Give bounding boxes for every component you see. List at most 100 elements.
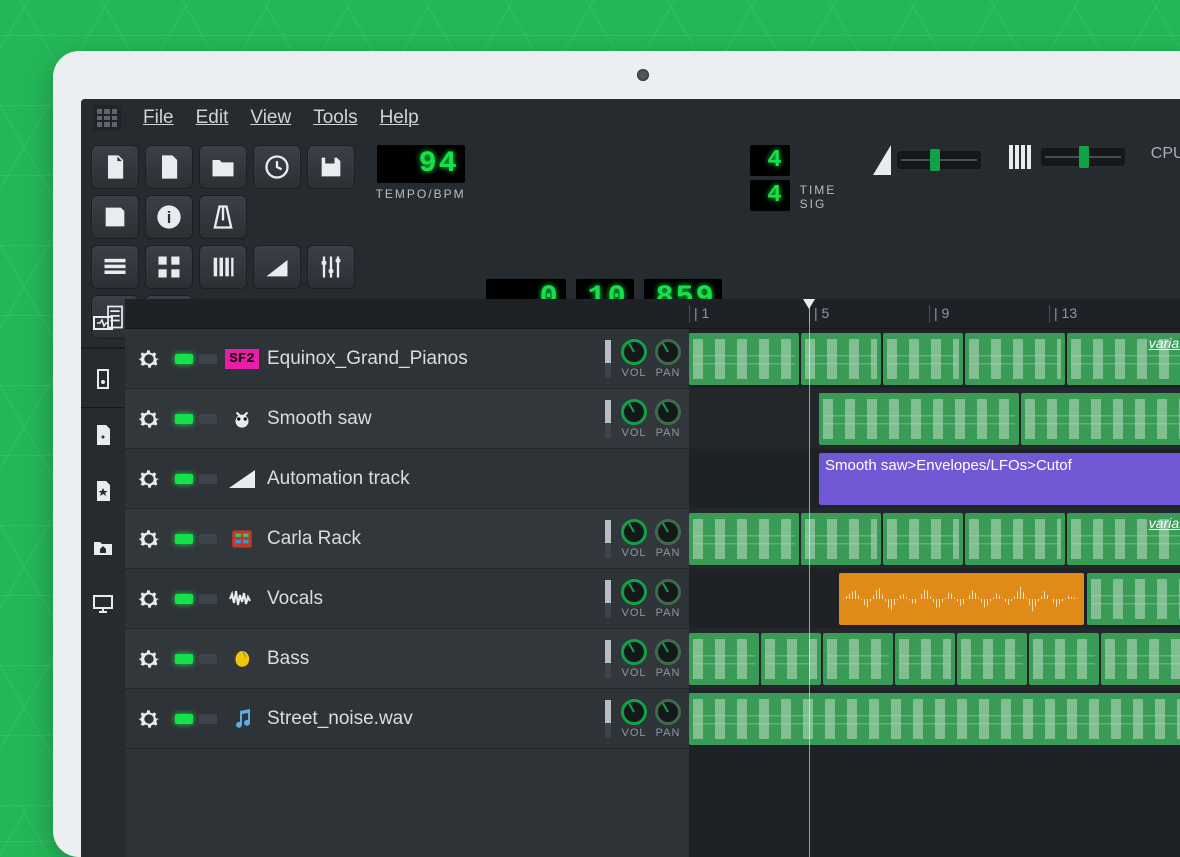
track-lane[interactable] [689, 629, 1180, 689]
midi-clip[interactable] [1087, 573, 1180, 625]
track-header[interactable]: Street_noise.wavVOLPAN [125, 689, 689, 749]
menu-view[interactable]: View [250, 107, 291, 129]
volume-knob[interactable] [621, 339, 647, 365]
mute-led[interactable] [175, 474, 193, 484]
dock-samples-icon[interactable] [89, 365, 117, 393]
midi-clip[interactable]: variat [1067, 513, 1180, 565]
midi-clip[interactable] [883, 513, 963, 565]
solo-led[interactable] [199, 474, 217, 484]
metronome-button[interactable] [199, 195, 247, 239]
mute-led[interactable] [175, 654, 193, 664]
volume-knob[interactable] [621, 699, 647, 725]
track-lanes-panel[interactable]: | 1| 5| 9| 13 variat Smooth saw>Envelopes… [689, 299, 1180, 857]
track-name-label[interactable]: Carla Rack [267, 528, 591, 550]
track-settings-button[interactable] [133, 703, 165, 735]
solo-led[interactable] [199, 414, 217, 424]
midi-clip[interactable] [761, 633, 821, 685]
track-header[interactable]: Smooth sawVOLPAN [125, 389, 689, 449]
mute-led[interactable] [175, 354, 193, 364]
pan-knob[interactable] [655, 339, 681, 365]
mute-led[interactable] [175, 534, 193, 544]
menu-help[interactable]: Help [380, 107, 419, 129]
master-volume-slider[interactable] [897, 151, 981, 169]
track-settings-button[interactable] [133, 643, 165, 675]
menu-edit[interactable]: Edit [196, 107, 229, 129]
pan-knob[interactable] [655, 399, 681, 425]
track-lane[interactable] [689, 689, 1180, 749]
track-name-label[interactable]: Street_noise.wav [267, 708, 591, 730]
mute-led[interactable] [175, 414, 193, 424]
track-name-label[interactable]: Bass [267, 648, 591, 670]
app-menu-icon[interactable] [93, 105, 121, 131]
midi-clip[interactable] [689, 693, 1180, 745]
track-header[interactable]: Carla RackVOLPAN [125, 509, 689, 569]
midi-clip[interactable] [1029, 633, 1099, 685]
new-file-button[interactable] [91, 145, 139, 189]
volume-knob[interactable] [621, 579, 647, 605]
solo-led[interactable] [199, 714, 217, 724]
master-pitch-slider[interactable] [1041, 148, 1125, 166]
track-settings-button[interactable] [133, 583, 165, 615]
track-header[interactable]: BassVOLPAN [125, 629, 689, 689]
track-lane[interactable]: variat [689, 509, 1180, 569]
track-name-label[interactable]: Automation track [267, 468, 681, 490]
solo-led[interactable] [199, 354, 217, 364]
dock-computer-icon[interactable] [89, 589, 117, 617]
track-header[interactable]: SF2Equinox_Grand_PianosVOLPAN [125, 329, 689, 389]
mute-led[interactable] [175, 594, 193, 604]
midi-clip[interactable] [801, 513, 881, 565]
solo-led[interactable] [199, 654, 217, 664]
song-editor-button[interactable] [91, 245, 139, 289]
track-settings-button[interactable] [133, 403, 165, 435]
dock-favorites-icon[interactable] [89, 477, 117, 505]
volume-knob[interactable] [621, 399, 647, 425]
new-from-template-button[interactable] [145, 145, 193, 189]
timeline-ruler[interactable]: | 1| 5| 9| 13 [689, 299, 1180, 329]
track-header[interactable]: VocalsVOLPAN [125, 569, 689, 629]
automation-clip[interactable]: Smooth saw>Envelopes/LFOs>Cutof [819, 453, 1180, 505]
track-name-label[interactable]: Smooth saw [267, 408, 591, 430]
master-volume[interactable] [873, 145, 981, 175]
midi-clip[interactable] [823, 633, 893, 685]
solo-led[interactable] [199, 594, 217, 604]
midi-clip[interactable] [965, 513, 1065, 565]
volume-knob[interactable] [621, 639, 647, 665]
playhead[interactable] [809, 299, 810, 857]
midi-clip[interactable] [965, 333, 1065, 385]
midi-clip[interactable] [895, 633, 955, 685]
mixer-button[interactable] [307, 245, 355, 289]
menu-file[interactable]: File [143, 107, 174, 129]
audio-clip[interactable] [839, 573, 1084, 625]
timesig-denominator[interactable]: 4 [750, 180, 790, 211]
midi-clip[interactable] [883, 333, 963, 385]
track-name-label[interactable]: Vocals [267, 588, 591, 610]
master-pitch[interactable] [1009, 145, 1125, 169]
pan-knob[interactable] [655, 579, 681, 605]
midi-clip[interactable]: variat [1067, 333, 1180, 385]
bb-editor-button[interactable] [145, 245, 193, 289]
solo-led[interactable] [199, 534, 217, 544]
recent-button[interactable] [253, 145, 301, 189]
pan-knob[interactable] [655, 639, 681, 665]
midi-clip[interactable] [689, 333, 799, 385]
mute-led[interactable] [175, 714, 193, 724]
track-settings-button[interactable] [133, 343, 165, 375]
track-lane[interactable]: variat [689, 329, 1180, 389]
midi-clip[interactable] [689, 633, 759, 685]
track-settings-button[interactable] [133, 463, 165, 495]
volume-knob[interactable] [621, 519, 647, 545]
midi-clip[interactable] [819, 393, 1019, 445]
automation-editor-button[interactable] [253, 245, 301, 289]
timesig-numerator[interactable]: 4 [750, 145, 790, 176]
midi-clip[interactable] [801, 333, 881, 385]
track-lane[interactable] [689, 569, 1180, 629]
midi-clip[interactable] [1101, 633, 1180, 685]
track-header[interactable]: Automation track [125, 449, 689, 509]
save-button[interactable] [307, 145, 355, 189]
track-lane[interactable]: Smooth saw>Envelopes/LFOs>Cutof [689, 449, 1180, 509]
pan-knob[interactable] [655, 699, 681, 725]
menu-tools[interactable]: Tools [313, 107, 357, 129]
track-name-label[interactable]: Equinox_Grand_Pianos [267, 348, 591, 370]
dock-presets-icon[interactable] [89, 421, 117, 449]
piano-roll-button[interactable] [199, 245, 247, 289]
